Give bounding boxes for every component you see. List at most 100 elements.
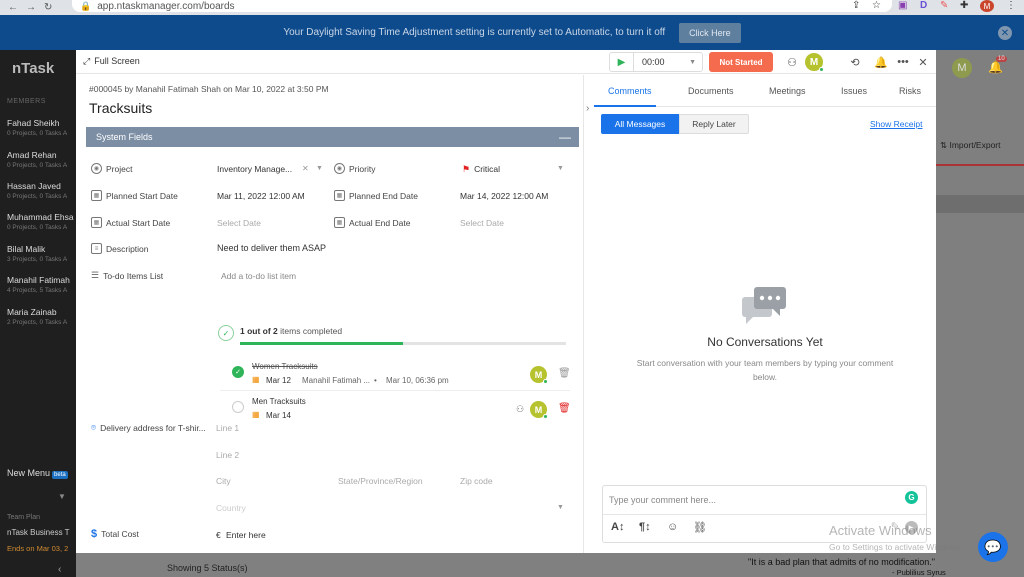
avatar[interactable]: M <box>952 58 972 78</box>
add-assignee-icon[interactable]: ⚇ <box>516 404 524 415</box>
chevron-down-icon[interactable]: ▼ <box>689 59 696 66</box>
progress-check-icon: ✓ <box>218 325 234 341</box>
collapse-sidebar-icon[interactable]: ‹ <box>58 564 61 575</box>
task-title[interactable]: Tracksuits <box>89 100 152 116</box>
all-messages-button[interactable]: All Messages <box>601 114 679 134</box>
planned-end-value[interactable]: Mar 14, 2022 12:00 AM <box>460 191 548 201</box>
todo-item[interactable]: Men Tracksuits ▦ Mar 14 ⚇ M 🗑 <box>220 393 571 429</box>
quote-author: - Publilius Syrus <box>892 568 946 577</box>
total-cost-input[interactable]: Enter here <box>226 530 266 540</box>
import-export-button[interactable]: ⇅ Import/Export <box>940 140 1001 151</box>
extension-icon[interactable]: ▣ <box>898 0 907 12</box>
flag-icon: ⚑ <box>462 164 471 174</box>
profile-avatar[interactable]: M <box>980 0 994 12</box>
city-input[interactable]: City <box>216 476 231 486</box>
member-item[interactable]: Fahad Sheikh 0 Projects, 0 Tasks A <box>7 118 77 137</box>
comment-input[interactable]: Type your comment here... <box>609 495 716 505</box>
member-item[interactable]: Amad Rehan 0 Projects, 0 Tasks A <box>7 150 77 169</box>
member-item[interactable]: Maria Zainab 2 Projects, 0 Tasks A <box>7 307 77 326</box>
priority-value[interactable]: ⚑ Critical <box>462 164 500 175</box>
list-icon: ☰ <box>91 270 100 280</box>
tab-meetings[interactable]: Meetings <box>769 86 806 96</box>
delivery-address-label: ⌾ Delivery address for T-shir... <box>91 422 206 433</box>
actual-end-label: ▦ Actual End Date <box>334 217 410 228</box>
tab-risks[interactable]: Risks <box>899 86 921 96</box>
address-line1-input[interactable]: Line 1 <box>216 423 239 433</box>
check-icon[interactable]: ✓ <box>232 366 244 378</box>
planned-start-value[interactable]: Mar 11, 2022 12:00 AM <box>217 191 305 201</box>
chevron-right-icon[interactable]: › <box>586 103 589 114</box>
actual-end-input[interactable]: Select Date <box>460 218 504 228</box>
trash-icon[interactable]: 🗑 <box>558 368 571 379</box>
tab-comments[interactable]: Comments <box>608 86 652 96</box>
bell-icon[interactable]: 🔔 <box>988 60 1003 74</box>
state-input[interactable]: State/Province/Region <box>338 476 423 486</box>
trash-icon[interactable]: 🗑 <box>558 403 571 414</box>
forward-icon[interactable]: → <box>26 2 36 13</box>
reply-later-button[interactable]: Reply Later <box>679 114 749 134</box>
avatar[interactable]: M <box>530 401 548 419</box>
pen-extension-icon[interactable]: ✎ <box>940 0 948 12</box>
grammarly-icon[interactable]: G <box>905 491 918 504</box>
system-fields-header[interactable]: System Fields — <box>86 127 579 147</box>
calendar-icon: ▦ <box>252 375 260 384</box>
add-todo-input[interactable]: Add a to-do list item <box>221 271 296 281</box>
extension-d-icon[interactable]: D <box>920 0 927 12</box>
project-value[interactable]: Inventory Manage... <box>217 164 292 174</box>
collapse-icon[interactable]: — <box>559 130 571 144</box>
planned-start-label: ▦ Planned Start Date <box>91 190 178 201</box>
link-icon[interactable]: ⛓ <box>693 521 707 534</box>
add-assignee-icon[interactable]: ⚇ <box>783 54 801 70</box>
url-text: app.ntaskmanager.com/boards <box>97 0 235 12</box>
country-select[interactable]: Country <box>216 503 246 513</box>
dollar-icon: $ <box>91 528 98 540</box>
tab-issues[interactable]: Issues <box>841 86 867 96</box>
calendar-icon: ▦ <box>334 217 345 228</box>
repeat-icon[interactable]: ⟲ <box>846 54 864 70</box>
todo-item[interactable]: ✓ Women Tracksuits ▦ Mar 12 Manahil Fati… <box>220 358 571 394</box>
chevron-down-icon[interactable]: ▼ <box>557 165 564 172</box>
play-icon[interactable]: ▶ <box>610 53 634 71</box>
new-menu-item[interactable]: New Menu beta <box>7 468 68 479</box>
bell-icon[interactable]: 🔔 <box>872 54 890 70</box>
calendar-icon: ▦ <box>91 190 102 201</box>
status-button[interactable]: Not Started <box>709 52 773 72</box>
clear-icon[interactable]: ✕ <box>302 164 309 173</box>
text-format-icon[interactable]: A↕ <box>611 521 624 533</box>
chevron-down-icon[interactable]: ▼ <box>58 492 66 501</box>
timer-control[interactable]: ▶ 00:00 ▼ <box>609 52 703 72</box>
actual-start-input[interactable]: Select Date <box>217 218 261 228</box>
description-value[interactable]: Need to deliver them ASAP <box>217 243 326 253</box>
paragraph-icon[interactable]: ¶↕ <box>639 521 651 533</box>
zip-input[interactable]: Zip code <box>460 476 493 486</box>
more-icon[interactable]: ••• <box>894 54 912 70</box>
full-screen-button[interactable]: ⤢ Full Screen <box>83 56 140 67</box>
member-item[interactable]: Manahil Fatimah 4 Projects, 5 Tasks A <box>7 275 77 294</box>
member-item[interactable]: Bilal Malik 3 Projects, 0 Tasks A <box>7 244 77 263</box>
member-item[interactable]: Muhammad Ehsa 0 Projects, 0 Tasks A <box>7 212 77 231</box>
avatar[interactable]: M <box>805 53 824 72</box>
chevron-down-icon[interactable]: ▼ <box>557 504 564 511</box>
back-icon[interactable]: ← <box>8 2 18 13</box>
chat-bubbles-icon <box>742 287 786 324</box>
star-icon[interactable]: ☆ <box>872 0 881 12</box>
reload-icon[interactable]: ↻ <box>44 2 52 13</box>
puzzle-icon[interactable]: ✚ <box>960 0 968 12</box>
member-item[interactable]: Hassan Javed 0 Projects, 0 Tasks A <box>7 181 77 200</box>
address-line2-input[interactable]: Line 2 <box>216 450 239 460</box>
chevron-down-icon[interactable]: ▼ <box>316 165 323 172</box>
menu-dots-icon[interactable]: ⋮ <box>1006 0 1016 12</box>
click-here-button[interactable]: Click Here <box>679 22 741 43</box>
share-icon[interactable]: ⇪ <box>852 0 860 12</box>
tab-documents[interactable]: Documents <box>688 86 734 96</box>
active-tab-indicator <box>594 105 656 107</box>
avatar[interactable]: M <box>530 366 548 384</box>
priority-label: ◉ Priority <box>334 163 375 174</box>
close-icon[interactable]: ✕ <box>914 54 932 70</box>
close-icon[interactable]: ✕ <box>998 26 1012 40</box>
emoji-icon[interactable]: ☺ <box>667 521 678 533</box>
chat-support-icon[interactable]: 💬 <box>978 532 1008 562</box>
checkbox[interactable] <box>232 401 244 413</box>
show-receipt-link[interactable]: Show Receipt <box>870 119 922 129</box>
address-bar[interactable]: 🔒 app.ntaskmanager.com/boards <box>72 0 892 12</box>
